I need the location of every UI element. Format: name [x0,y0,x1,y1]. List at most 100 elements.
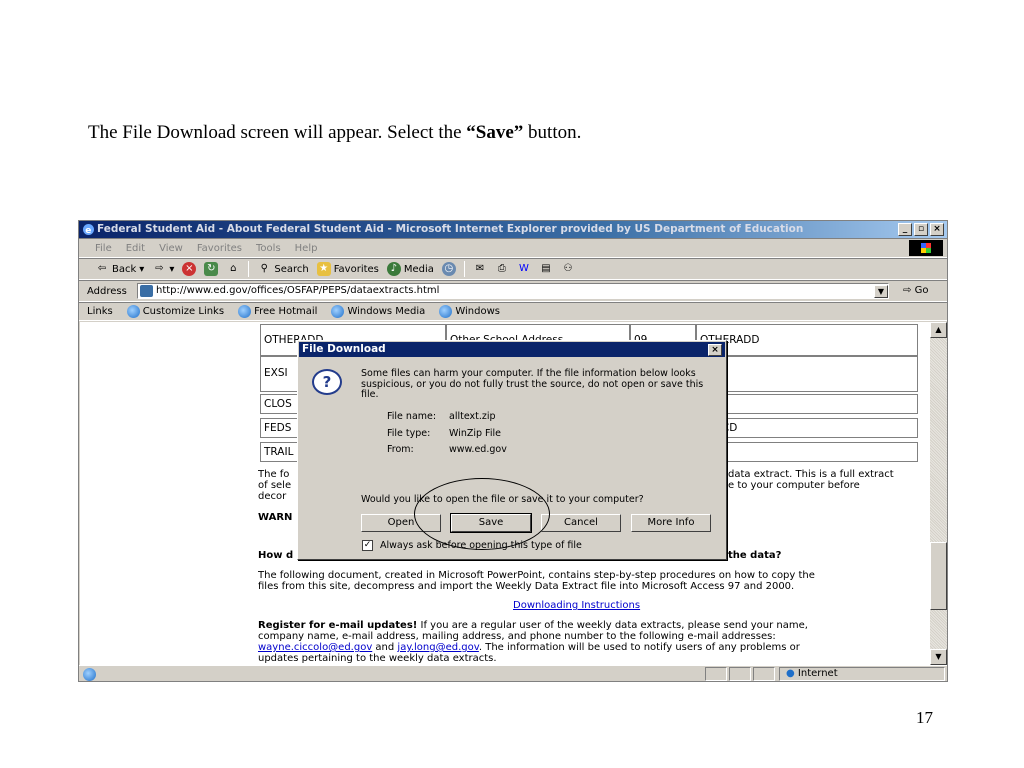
toolbar-separator [248,261,250,277]
mail-icon[interactable]: ✉ [473,262,487,276]
scroll-down-button[interactable]: ▼ [930,649,947,665]
save-button[interactable]: Save [450,513,532,533]
status-cell [705,667,727,681]
back-label: Back [112,263,137,275]
search-button[interactable]: ⚲ Search [257,262,309,276]
maximize-button[interactable]: ▫ [914,223,928,236]
media-label: Media [403,263,434,275]
paragraph-line: wayne.ciccolo@ed.gov and jay.long@ed.gov… [258,642,918,654]
refresh-icon[interactable]: ↻ [204,262,219,276]
section-heading: the data? [728,550,782,561]
dialog-question: Would you like to open the file or save … [361,494,644,505]
window-title: Federal Student Aid - About Federal Stud… [97,223,804,235]
dialog-title-bar: File Download × [299,342,725,357]
downloading-instructions-link[interactable]: Downloading Instructions [513,600,753,612]
minimize-button[interactable]: _ [898,223,912,236]
menu-tools[interactable]: Tools [256,243,281,254]
back-button[interactable]: ⇦ Back ▾ [95,262,145,276]
chevron-down-icon: ▾ [169,263,175,275]
zone-label: Internet [797,668,838,679]
status-bar: ● Internet [79,665,947,681]
link-windows[interactable]: Windows [439,305,500,318]
link-text[interactable]: Downloading Instructions [513,600,640,611]
vertical-scrollbar[interactable]: ▲ ▼ [930,322,947,665]
dialog-title: File Download [302,343,386,355]
edit-word-icon[interactable]: W [517,262,531,276]
media-button[interactable]: ♪ Media [386,262,434,276]
messenger-icon[interactable]: ⚇ [561,262,575,276]
open-button[interactable]: Open [361,514,441,532]
link-label: Free Hotmail [254,306,318,317]
instruction-text: The File Download screen will appear. Se… [88,122,467,143]
address-label: Address [87,285,127,297]
standard-toolbar: ⇦ Back ▾ ⇨ ▾ × ↻ ⌂ ⚲ Search ★ Favorites ♪ Medi… [79,258,947,280]
menu-file[interactable]: File [95,243,112,254]
links-label: Links [87,306,113,317]
close-button[interactable]: × [930,223,944,236]
scroll-thumb[interactable] [930,542,947,610]
paragraph-line: The following document, created in Micro… [258,570,815,581]
menu-view[interactable]: View [159,243,183,254]
go-button[interactable]: ⇨ Go [903,285,928,296]
scroll-up-button[interactable]: ▲ [930,322,947,338]
always-ask-label: Always ask before opening this type of f… [380,540,582,551]
file-type-value: WinZip File [449,428,501,439]
more-info-button[interactable]: More Info [631,514,711,532]
paragraph-fragment: data extract. This is a full extract [728,469,894,480]
link-free-hotmail[interactable]: Free Hotmail [238,305,317,318]
cancel-button[interactable]: Cancel [541,514,621,532]
stop-icon[interactable]: × [182,262,197,276]
discuss-icon[interactable]: ▤ [539,262,553,276]
address-dropdown-button[interactable]: ▼ [874,285,888,298]
from-value: www.ed.gov [449,444,507,455]
file-type-label: File type: [387,428,431,439]
address-input[interactable]: http://www.ed.gov/offices/OSFAP/PEPS/dat… [137,283,889,299]
table-cell: SURE [696,394,918,414]
register-heading: Register for e-mail updates! [258,620,418,631]
forward-arrow-icon: ⇨ [155,263,164,274]
go-label: Go [914,285,929,296]
email-link[interactable]: wayne.ciccolo@ed.gov [258,642,372,653]
window-controls: _ ▫ × [898,223,944,236]
history-icon[interactable]: ◷ [441,262,456,276]
dialog-close-button[interactable]: × [708,344,722,356]
link-label: Windows Media [347,306,426,317]
ie-page-icon [439,305,453,318]
link-windows-media[interactable]: Windows Media [331,305,425,318]
print-icon[interactable]: ⎙ [495,262,509,276]
status-cell [729,667,751,681]
menu-help[interactable]: Help [295,243,318,254]
link-label: Customize Links [142,306,225,317]
question-icon: ? [312,369,342,395]
forward-button[interactable]: ⇨ ▾ [152,262,174,276]
home-icon[interactable]: ⌂ [226,262,240,276]
table-cell: SCHCD [696,418,918,438]
favorites-button[interactable]: ★ Favorites [316,262,379,276]
menu-favorites[interactable]: Favorites [197,243,242,254]
dialog-warning-message: Some files can harm your computer. If th… [361,368,704,400]
svg-text:e: e [85,226,91,236]
ie-page-icon [126,305,140,318]
email-link[interactable]: jay.long@ed.gov [397,642,478,653]
table-cell: LER [696,442,918,462]
links-bar: Links Customize Links Free Hotmail Windo… [79,302,947,321]
chevron-down-icon: ▾ [139,263,145,275]
link-customize-links[interactable]: Customize Links [126,305,225,318]
menu-edit[interactable]: Edit [126,243,145,254]
media-icon: ♪ [386,262,401,276]
paragraph-text: If you are a regular user of the weekly … [417,620,808,631]
always-ask-checkbox[interactable]: ✓ [362,540,373,551]
search-icon: ⚲ [260,263,268,274]
table-cell: TE [696,356,918,392]
status-zone: ● Internet [779,667,945,681]
paragraph-line: updates pertaining to the weekly data ex… [258,653,497,664]
instruction-save-emphasis: “Save” [466,122,524,143]
file-name-value: alltext.zip [449,411,496,422]
favorites-icon: ★ [316,262,331,276]
address-bar: Address http://www.ed.gov/offices/OSFAP/… [79,280,947,302]
table-cell: OTHERADD [696,324,918,356]
file-name-label: File name: [387,411,437,422]
link-label: Windows [455,306,500,317]
from-label: From: [387,444,414,455]
address-url: http://www.ed.gov/offices/OSFAP/PEPS/dat… [156,285,440,296]
